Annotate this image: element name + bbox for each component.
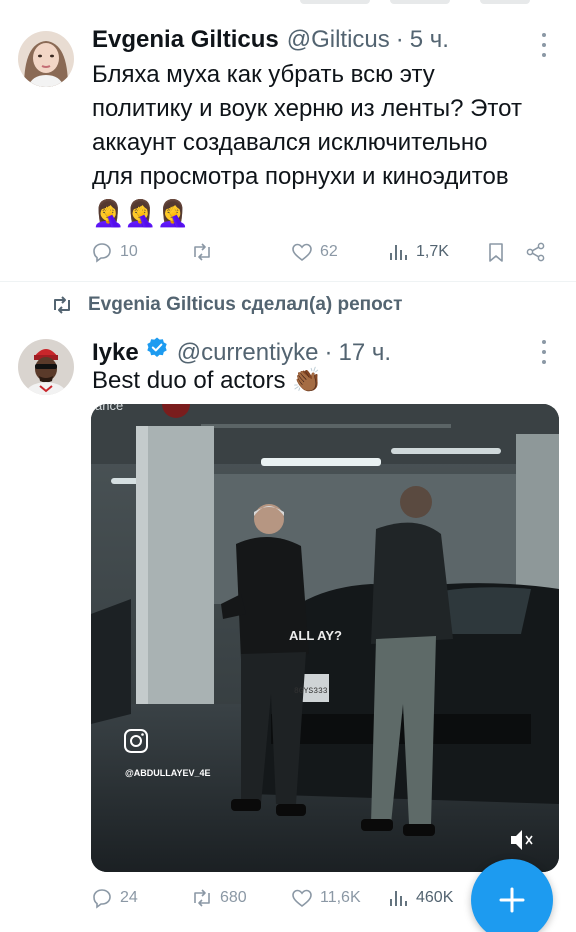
tweet-2[interactable]: Iyke @currentiyke · 17 ч. Best duo of ac… xyxy=(0,282,576,932)
more-icon[interactable] xyxy=(534,33,554,57)
views-count: 1,7K xyxy=(416,243,449,260)
tweet-text-line: аккаунт создавался исключительно xyxy=(92,129,488,156)
tweet-text: Бляха муха как убрать всю эту политику и… xyxy=(92,58,522,232)
video-media[interactable]: ALL AY? ance 8GYS333 @ABDULLAYEV_4E xyxy=(91,404,559,872)
views-icon xyxy=(390,891,407,906)
timestamp[interactable]: 17 ч. xyxy=(338,339,391,367)
author-handle[interactable]: @Gilticus xyxy=(287,26,390,54)
compose-button[interactable] xyxy=(471,859,553,932)
retweet-icon xyxy=(194,243,210,261)
retweet-button[interactable]: 680 xyxy=(190,886,247,910)
views-count: 460K xyxy=(416,889,454,906)
author-name[interactable]: Iyke xyxy=(92,339,139,367)
compose-plus-icon xyxy=(499,887,525,913)
tweet-text-line: для просмотра порнухи и киноэдитов xyxy=(92,163,509,190)
retweet-count: 680 xyxy=(220,889,247,906)
more-icon[interactable] xyxy=(534,340,554,364)
tweet-1[interactable]: Evgenia Gilticus @Gilticus · 5 ч. Бляха … xyxy=(0,0,576,281)
author-name[interactable]: Evgenia Gilticus xyxy=(92,26,279,54)
like-icon xyxy=(292,243,312,262)
verified-icon xyxy=(147,337,167,357)
reply-count: 10 xyxy=(120,243,138,260)
video-overlay-text: ALL AY? xyxy=(289,628,342,643)
retweet-button[interactable] xyxy=(190,240,220,264)
avatar[interactable] xyxy=(18,339,74,395)
reply-button[interactable]: 24 xyxy=(90,886,138,910)
reply-count: 24 xyxy=(120,889,138,906)
video-frame: ALL AY? ance 8GYS333 @ABDULLAYEV_4E xyxy=(91,404,559,872)
share-icon xyxy=(526,242,545,262)
avatar[interactable] xyxy=(18,31,74,87)
tweet-emoji: 👏🏾 xyxy=(292,367,323,394)
tweet-text-line: политику и воук херню из ленты? Этот xyxy=(92,95,522,122)
views-icon xyxy=(390,245,407,260)
bookmark-icon xyxy=(489,243,503,262)
tweet-emoji: 🤦‍♀️🤦‍♀️🤦‍♀️ xyxy=(92,198,190,228)
tweet-text-line: Бляха муха как убрать всю эту xyxy=(92,61,435,88)
author-handle[interactable]: @currentiyke xyxy=(177,339,319,367)
like-button[interactable]: 11,6K xyxy=(290,886,361,910)
reply-icon xyxy=(93,889,111,909)
bookmark-button[interactable] xyxy=(484,240,508,264)
like-count: 62 xyxy=(320,243,338,260)
tweet-header: Evgenia Gilticus @Gilticus · 5 ч. xyxy=(92,26,449,54)
retweet-icon xyxy=(194,889,210,907)
license-plate: 8GYS333 xyxy=(294,687,328,696)
separator: · xyxy=(324,339,333,366)
video-watermark-top: ance xyxy=(95,404,123,413)
like-icon xyxy=(292,889,312,908)
instagram-handle: @ABDULLAYEV_4E xyxy=(125,768,210,778)
tweet-text: Best duo of actors 👏🏾 xyxy=(92,364,322,398)
like-button[interactable]: 62 xyxy=(290,240,338,264)
reply-button[interactable]: 10 xyxy=(90,240,138,264)
reply-icon xyxy=(93,243,111,263)
tweet-header: Iyke @currentiyke · 17 ч. xyxy=(92,336,391,367)
action-bar: 10 62 1,7K xyxy=(90,237,560,267)
share-button[interactable] xyxy=(524,240,548,264)
timestamp[interactable]: 5 ч. xyxy=(410,26,449,54)
like-count: 11,6K xyxy=(320,889,361,906)
views-button[interactable]: 1,7K xyxy=(386,240,449,264)
separator: · xyxy=(395,26,404,53)
views-button[interactable]: 460K xyxy=(386,886,453,910)
tweet-text-content: Best duo of actors xyxy=(92,367,286,394)
